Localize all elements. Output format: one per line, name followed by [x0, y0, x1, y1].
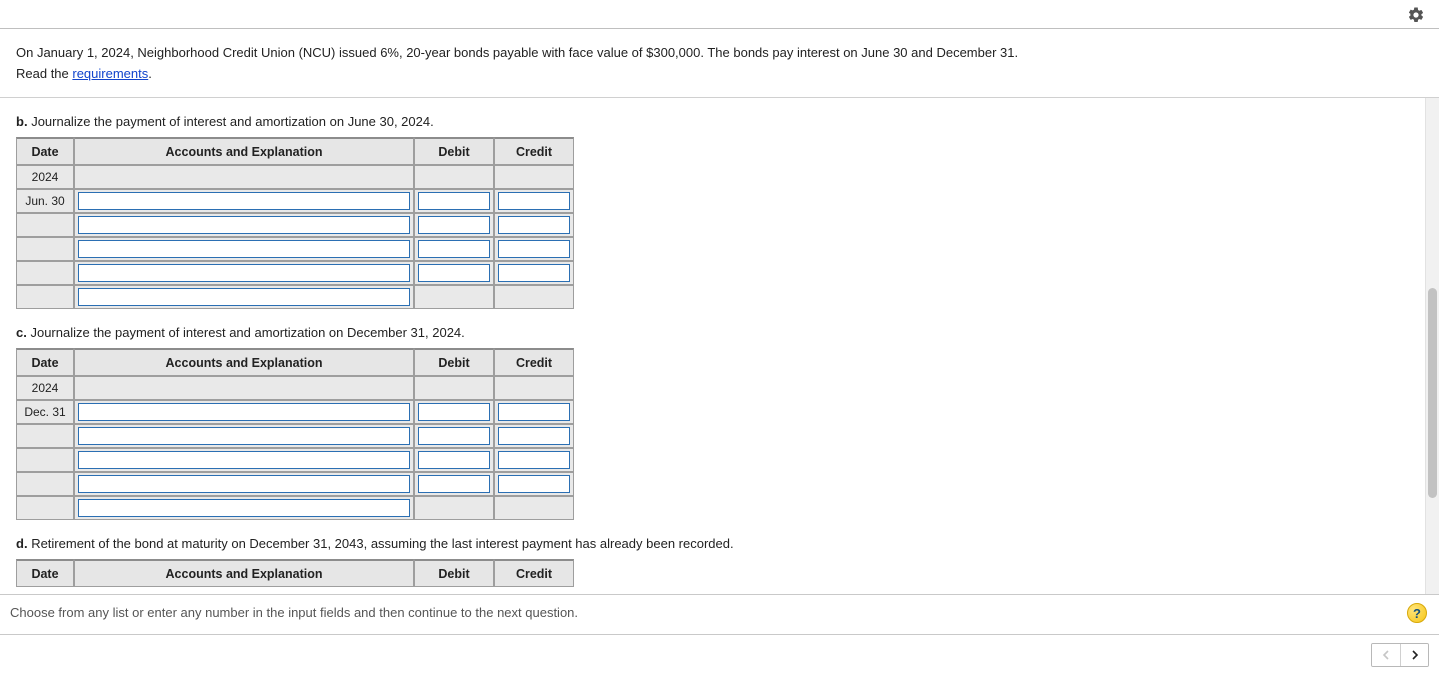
part-b-label: b.	[16, 114, 28, 129]
c-acct-input-5[interactable]	[78, 499, 410, 517]
c-debit-input-3[interactable]	[418, 451, 490, 469]
b-debit-input-2[interactable]	[418, 216, 490, 234]
b-acct-input-3[interactable]	[78, 240, 410, 258]
empty-cell	[494, 496, 574, 520]
empty-cell	[414, 496, 494, 520]
scrollbar-track[interactable]	[1425, 98, 1439, 594]
col-accounts-header: Accounts and Explanation	[74, 137, 414, 165]
part-d-text: Retirement of the bond at maturity on De…	[31, 536, 733, 551]
problem-text: On January 1, 2024, Neighborhood Credit …	[16, 45, 1423, 60]
b-acct-input-1[interactable]	[78, 192, 410, 210]
col-debit-header: Debit	[414, 137, 494, 165]
footer-hint-bar: Choose from any list or enter any number…	[0, 594, 1439, 635]
problem-intro: On January 1, 2024, Neighborhood Credit …	[0, 29, 1439, 98]
c-credit-input-3[interactable]	[498, 451, 570, 469]
empty-cell	[16, 213, 74, 237]
top-bar	[0, 0, 1439, 29]
part-d-prompt: d. Retirement of the bond at maturity on…	[16, 536, 1409, 551]
content-wrap: b. Journalize the payment of interest an…	[0, 98, 1439, 594]
c-credit-input-4[interactable]	[498, 475, 570, 493]
c-debit-input-1[interactable]	[418, 403, 490, 421]
read-suffix: .	[148, 66, 152, 81]
b-debit-input-1[interactable]	[418, 192, 490, 210]
c-day: Dec. 31	[16, 400, 74, 424]
scrollbar-thumb[interactable]	[1428, 288, 1437, 498]
c-debit-input-2[interactable]	[418, 427, 490, 445]
c-credit-input-2[interactable]	[498, 427, 570, 445]
b-acct-input-5[interactable]	[78, 288, 410, 306]
c-acct-input-4[interactable]	[78, 475, 410, 493]
b-year: 2024	[16, 165, 74, 189]
nav-bar	[0, 635, 1439, 675]
col-credit-header: Credit	[494, 348, 574, 376]
b-credit-input-2[interactable]	[498, 216, 570, 234]
read-prefix: Read the	[16, 66, 72, 81]
journal-table-d: Date Accounts and Explanation Debit Cred…	[16, 559, 574, 587]
c-debit-input-4[interactable]	[418, 475, 490, 493]
part-d-label: d.	[16, 536, 28, 551]
part-c-text: Journalize the payment of interest and a…	[30, 325, 464, 340]
b-debit-input-4[interactable]	[418, 264, 490, 282]
col-date-header: Date	[16, 559, 74, 587]
b-debit-input-3[interactable]	[418, 240, 490, 258]
part-b-text: Journalize the payment of interest and a…	[31, 114, 434, 129]
col-credit-header: Credit	[494, 137, 574, 165]
col-credit-header: Credit	[494, 559, 574, 587]
read-requirements-line: Read the requirements.	[16, 66, 1423, 81]
b-day: Jun. 30	[16, 189, 74, 213]
empty-cell	[414, 376, 494, 400]
empty-cell	[16, 237, 74, 261]
empty-cell	[16, 448, 74, 472]
help-icon[interactable]: ?	[1407, 603, 1427, 623]
empty-cell	[494, 285, 574, 309]
empty-cell	[494, 165, 574, 189]
empty-cell	[74, 165, 414, 189]
gear-icon[interactable]	[1407, 6, 1425, 24]
empty-cell	[16, 496, 74, 520]
c-year: 2024	[16, 376, 74, 400]
col-debit-header: Debit	[414, 559, 494, 587]
b-acct-input-2[interactable]	[78, 216, 410, 234]
empty-cell	[494, 376, 574, 400]
empty-cell	[414, 165, 494, 189]
b-credit-input-1[interactable]	[498, 192, 570, 210]
empty-cell	[16, 472, 74, 496]
c-acct-input-2[interactable]	[78, 427, 410, 445]
empty-cell	[16, 424, 74, 448]
empty-cell	[16, 285, 74, 309]
requirements-link[interactable]: requirements	[72, 66, 148, 81]
journal-table-b: Date Accounts and Explanation Debit Cred…	[16, 137, 574, 309]
col-date-header: Date	[16, 348, 74, 376]
nav-group	[1371, 643, 1429, 667]
next-button[interactable]	[1400, 644, 1428, 666]
col-date-header: Date	[16, 137, 74, 165]
b-credit-input-3[interactable]	[498, 240, 570, 258]
footer-hint-text: Choose from any list or enter any number…	[10, 605, 578, 620]
b-acct-input-4[interactable]	[78, 264, 410, 282]
prev-button	[1372, 644, 1400, 666]
col-accounts-header: Accounts and Explanation	[74, 348, 414, 376]
col-accounts-header: Accounts and Explanation	[74, 559, 414, 587]
empty-cell	[16, 261, 74, 285]
journal-table-c: Date Accounts and Explanation Debit Cred…	[16, 348, 574, 520]
c-acct-input-3[interactable]	[78, 451, 410, 469]
empty-cell	[414, 285, 494, 309]
b-credit-input-4[interactable]	[498, 264, 570, 282]
c-acct-input-1[interactable]	[78, 403, 410, 421]
part-c-prompt: c. Journalize the payment of interest an…	[16, 325, 1409, 340]
part-b-prompt: b. Journalize the payment of interest an…	[16, 114, 1409, 129]
content-area: b. Journalize the payment of interest an…	[0, 98, 1425, 594]
c-credit-input-1[interactable]	[498, 403, 570, 421]
part-c-label: c.	[16, 325, 27, 340]
empty-cell	[74, 376, 414, 400]
col-debit-header: Debit	[414, 348, 494, 376]
